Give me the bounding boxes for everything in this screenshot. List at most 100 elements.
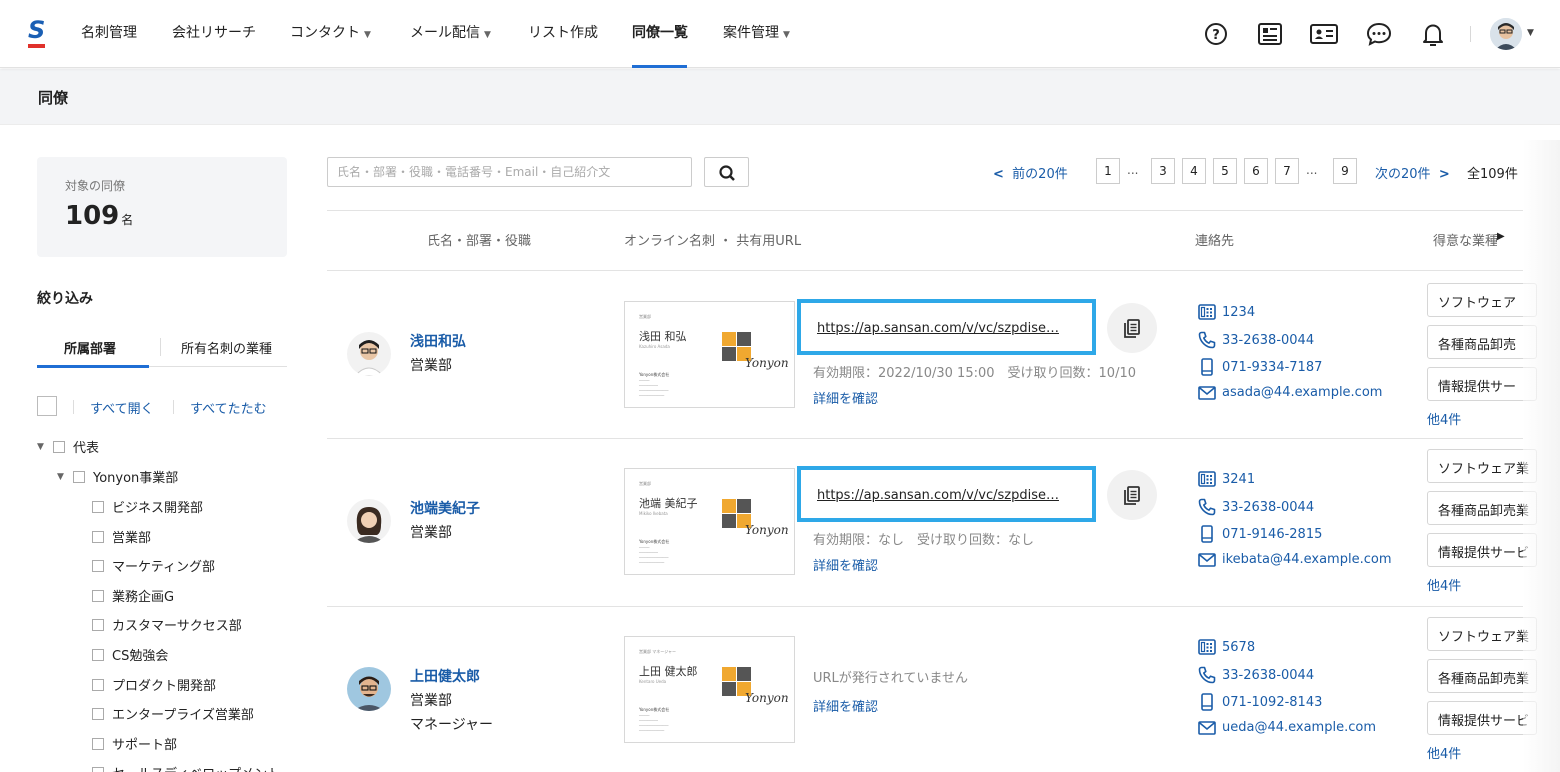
tree-item[interactable]: セールスディベロップメント: [92, 763, 280, 772]
chat-icon[interactable]: [1365, 20, 1393, 48]
online-business-card[interactable]: 営業部 浅田 和弘 Kazuhiro Asada Yonyon Yonyon株式会社 ──…: [624, 301, 795, 408]
share-url-field[interactable]: https://ap.sansan.com/v/vc/szpdise…: [797, 466, 1096, 522]
contact-email[interactable]: ikebata@44.example.com: [1198, 552, 1391, 567]
prev-label: 前の20件: [1012, 167, 1068, 182]
tree-item[interactable]: プロダクト開発部: [92, 675, 216, 694]
mobile-phone-icon: [1201, 358, 1213, 376]
copy-icon: [1124, 319, 1140, 338]
tree-checkbox[interactable]: [92, 648, 104, 661]
tree-item[interactable]: 業務企画G: [92, 586, 174, 605]
count-unit: 名: [121, 213, 134, 227]
contact-phone[interactable]: 33-2638-0044: [1198, 498, 1314, 516]
tree-item[interactable]: CS勉強会: [92, 645, 168, 664]
page-button[interactable]: 1: [1096, 158, 1120, 184]
detail-link[interactable]: 詳細を確認: [813, 696, 878, 715]
more-industries-link[interactable]: 他4件: [1427, 743, 1461, 762]
tree-item[interactable]: カスタマーサクセス部: [92, 615, 242, 634]
nav-list[interactable]: リスト作成: [528, 22, 598, 42]
online-business-card[interactable]: 営業部 マネージャー 上田 健太郎 Kentaro Ueda Yonyon Yonyon…: [624, 636, 795, 743]
nav-colleagues[interactable]: 同僚一覧: [632, 22, 688, 42]
user-avatar[interactable]: [1490, 18, 1522, 50]
phone-number: 33-2638-0044: [1222, 667, 1315, 683]
contact-phone[interactable]: 33-2638-0044: [1198, 331, 1314, 349]
copy-url-button[interactable]: [1107, 303, 1157, 353]
tree-checkbox[interactable]: [92, 500, 104, 513]
scroll-right-icon[interactable]: ▶: [1497, 231, 1505, 242]
page-button[interactable]: 6: [1244, 158, 1268, 184]
card-name: 上田 健太郎: [639, 665, 698, 678]
online-business-card[interactable]: 営業部 池端 美紀子 Mikiko Ikebata Yonyon Yonyon株式会社 ─…: [624, 468, 795, 575]
chevron-down-icon[interactable]: ▼: [1527, 28, 1534, 38]
tree-checkbox[interactable]: [92, 618, 104, 631]
more-industries-link[interactable]: 他4件: [1427, 409, 1461, 428]
copy-url-button[interactable]: [1107, 470, 1157, 520]
tree-checkbox[interactable]: [92, 678, 104, 691]
page-button[interactable]: 9: [1333, 158, 1357, 184]
next-page-link[interactable]: 次の20件 >: [1375, 163, 1450, 182]
tree-checkbox[interactable]: [53, 440, 65, 453]
page-button[interactable]: 4: [1182, 158, 1206, 184]
bell-icon[interactable]: [1419, 20, 1447, 48]
tree-item[interactable]: 営業部: [92, 527, 151, 546]
tree-item[interactable]: ビジネス開発部: [92, 497, 203, 516]
caret-down-icon[interactable]: ▼: [37, 442, 53, 452]
more-industries-link[interactable]: 他4件: [1427, 575, 1461, 594]
nav-mail[interactable]: メール配信 ▼: [410, 22, 491, 42]
contact-email[interactable]: asada@44.example.com: [1198, 385, 1382, 400]
chevron-down-icon: ▼: [484, 30, 491, 40]
tree-label: セールスディベロップメント: [112, 763, 280, 772]
tab-department[interactable]: 所属部署: [64, 338, 116, 357]
contact-phone[interactable]: 33-2638-0044: [1198, 666, 1314, 684]
sansan-logo[interactable]: S: [26, 16, 48, 50]
nav-label: 名刺管理: [81, 25, 137, 41]
expand-all-link[interactable]: すべて開く: [90, 398, 154, 417]
tree-checkbox[interactable]: [92, 559, 104, 572]
detail-link[interactable]: 詳細を確認: [813, 555, 878, 574]
search-input[interactable]: [327, 157, 692, 187]
colleague-name-link[interactable]: 池端美紀子: [410, 498, 480, 518]
nav-deals[interactable]: 案件管理 ▼: [723, 22, 790, 42]
share-url-link[interactable]: https://ap.sansan.com/v/vc/szpdise…: [817, 321, 1081, 336]
nav-contact[interactable]: コンタクト ▼: [290, 22, 371, 42]
page-button[interactable]: 3: [1151, 158, 1175, 184]
contact-mobile[interactable]: 071-9334-7187: [1198, 358, 1322, 376]
collapse-all-link[interactable]: すべてたたむ: [190, 398, 267, 417]
tree-item[interactable]: エンタープライズ営業部: [92, 704, 254, 723]
card-roman-name: Kentaro Ueda: [639, 679, 667, 684]
top-navigation: S 名刺管理 会社リサーチ コンタクト ▼ メール配信 ▼ リスト作成 同僚一覧 案…: [0, 0, 1560, 68]
page-button[interactable]: 7: [1275, 158, 1299, 184]
contact-extension[interactable]: 1234: [1198, 304, 1255, 320]
contact-mobile[interactable]: 071-1092-8143: [1198, 693, 1322, 711]
tree-checkbox[interactable]: [92, 766, 104, 772]
contact-email[interactable]: ueda@44.example.com: [1198, 720, 1376, 735]
colleague-name-link[interactable]: 浅田和弘: [410, 331, 466, 351]
nav-meishi[interactable]: 名刺管理: [81, 22, 137, 42]
page-button[interactable]: 5: [1213, 158, 1237, 184]
contact-mobile[interactable]: 071-9146-2815: [1198, 525, 1322, 543]
tree-checkbox[interactable]: [92, 707, 104, 720]
card-list-icon[interactable]: [1256, 20, 1284, 48]
help-icon[interactable]: ?: [1202, 20, 1230, 48]
tree-checkbox[interactable]: [92, 530, 104, 543]
search-button[interactable]: [704, 157, 749, 187]
card-dept: 営業部: [639, 314, 651, 319]
tree-checkbox[interactable]: [73, 470, 85, 483]
select-all-checkbox[interactable]: [37, 396, 57, 416]
tree-checkbox[interactable]: [92, 737, 104, 750]
colleague-name-link[interactable]: 上田健太郎: [410, 666, 480, 686]
caret-down-icon[interactable]: ▼: [57, 472, 73, 482]
prev-page-link[interactable]: < 前の20件: [993, 163, 1068, 182]
tree-item[interactable]: サポート部: [92, 734, 177, 753]
contact-extension[interactable]: 5678: [1198, 639, 1255, 655]
contact-extension[interactable]: 3241: [1198, 471, 1255, 487]
tab-card-industry[interactable]: 所有名刺の業種: [181, 338, 272, 357]
tree-item[interactable]: ▼ Yonyon事業部: [57, 467, 178, 486]
detail-link[interactable]: 詳細を確認: [813, 388, 878, 407]
share-url-field[interactable]: https://ap.sansan.com/v/vc/szpdise…: [797, 299, 1096, 355]
tree-item[interactable]: ▼ 代表: [37, 437, 99, 456]
tree-item[interactable]: マーケティング部: [92, 556, 215, 575]
share-url-link[interactable]: https://ap.sansan.com/v/vc/szpdise…: [817, 488, 1081, 503]
tree-checkbox[interactable]: [92, 589, 104, 602]
nav-company-research[interactable]: 会社リサーチ: [172, 22, 256, 42]
id-card-icon[interactable]: [1309, 20, 1338, 48]
